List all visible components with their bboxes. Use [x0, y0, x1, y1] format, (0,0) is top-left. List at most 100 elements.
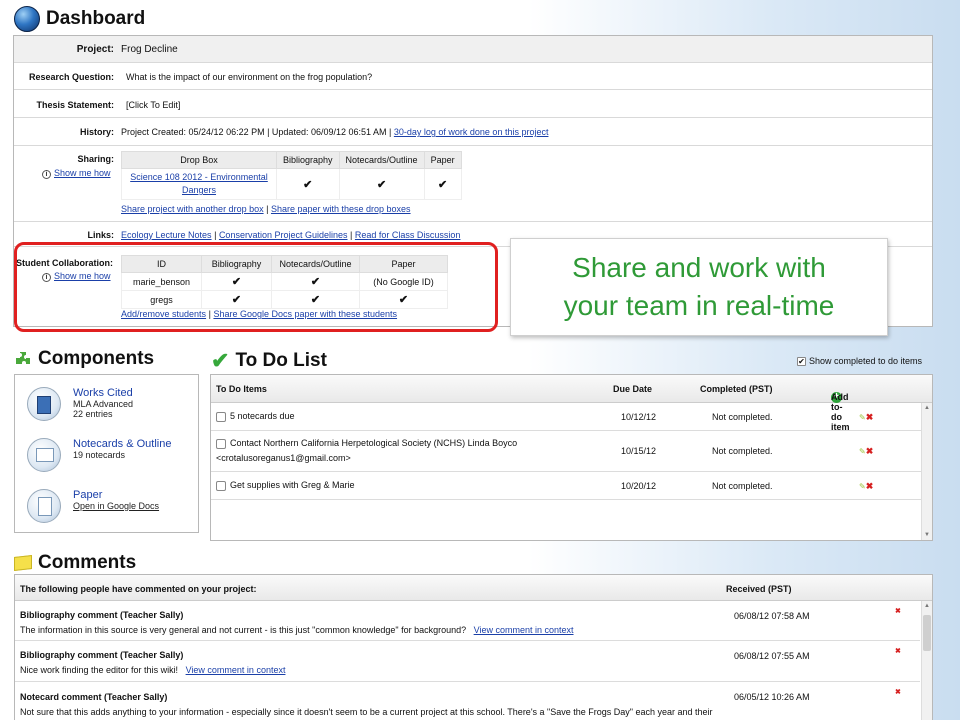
comment-title: Bibliography comment (Teacher Sally): [20, 650, 184, 660]
edit-icon[interactable]: ✎: [859, 413, 866, 422]
todo-due-date: 10/20/12: [621, 481, 657, 491]
components-title: Components: [38, 348, 155, 369]
todo-table-header: To Do Items Due Date Completed (PST) + A…: [211, 375, 932, 432]
open-google-docs-link[interactable]: Open in Google Docs: [73, 501, 159, 511]
component-paper[interactable]: Paper Open in Google Docs: [27, 489, 159, 523]
drop-box-link[interactable]: Science 108 2012 - Environmental Dangers: [121, 168, 277, 200]
link-read-for-discussion[interactable]: Read for Class Discussion: [355, 230, 461, 240]
history-text: Project Created: 05/24/12 06:22 PM | Upd…: [121, 127, 392, 137]
todo-actions: ✎✖: [859, 412, 873, 423]
history-row: History: Project Created: 05/24/12 06:22…: [14, 118, 932, 146]
scroll-thumb[interactable]: [923, 615, 931, 651]
comments-title: Comments: [38, 552, 137, 573]
scroll-down-icon[interactable]: ▼: [924, 532, 930, 538]
scroll-up-icon[interactable]: ▲: [924, 405, 930, 411]
component-subtitle: MLA Advanced: [73, 399, 134, 409]
delete-icon[interactable]: ✖: [866, 446, 874, 456]
link-conservation-guidelines[interactable]: Conservation Project Guidelines: [219, 230, 348, 240]
show-completed-toggle[interactable]: ✔ Show completed to do items: [797, 356, 922, 366]
works-cited-icon: [27, 387, 61, 421]
component-title[interactable]: Works Cited: [73, 387, 133, 399]
delete-icon[interactable]: ✖: [895, 607, 901, 615]
history-value: Project Created: 05/24/12 06:22 PM | Upd…: [121, 127, 548, 137]
show-me-how-link[interactable]: Show me how: [54, 168, 111, 178]
edit-icon[interactable]: ✎: [859, 447, 866, 456]
view-comment-link[interactable]: View comment in context: [186, 665, 286, 675]
component-count: 22 entries: [73, 409, 113, 419]
table-row: Contact Northern California Herpetologic…: [211, 431, 921, 472]
todo-text-line2: <crotalusoreganus1@gmail.com>: [216, 453, 351, 463]
col-due-date: Due Date: [613, 384, 653, 394]
component-title[interactable]: Notecards & Outline: [73, 438, 171, 450]
todo-checkbox[interactable]: [216, 480, 226, 491]
todo-text: Contact Northern California Herpetologic…: [230, 438, 518, 448]
component-text: Works Cited MLA Advanced 22 entries: [73, 387, 133, 421]
link-ecology-lecture-notes[interactable]: Ecology Lecture Notes: [121, 230, 212, 240]
callout-line1: Share and work with: [572, 252, 826, 283]
research-question-row: Research Question: What is the impact of…: [14, 63, 932, 90]
todo-text: 5 notecards due: [230, 411, 295, 421]
component-works-cited[interactable]: Works Cited MLA Advanced 22 entries: [27, 387, 133, 421]
col-completed: Completed (PST): [700, 384, 773, 394]
todo-status: Not completed.: [712, 412, 773, 422]
comments-scrollbar[interactable]: ▲: [921, 601, 932, 720]
separator: |: [266, 204, 269, 214]
todo-item: Get supplies with Greg & Marie: [216, 480, 355, 491]
info-icon: i: [42, 170, 51, 179]
col-paper: Paper: [423, 151, 462, 169]
comment-body: Nice work finding the editor for this wi…: [20, 665, 285, 675]
thesis-value[interactable]: [Click To Edit]: [126, 100, 180, 110]
links-label: Links:: [87, 230, 114, 240]
paper-icon: [27, 489, 61, 523]
component-notecards[interactable]: Notecards & Outline 19 notecards: [27, 438, 171, 472]
check-icon: ✔: [276, 168, 340, 200]
show-completed-checkbox[interactable]: ✔: [797, 356, 806, 366]
project-name[interactable]: Frog Decline: [121, 44, 178, 55]
comments-table-header: The following people have commented on y…: [15, 575, 932, 601]
todo-actions: ✎✖: [859, 446, 873, 457]
todo-title: To Do List: [235, 350, 327, 371]
todo-scrollbar[interactable]: ▲ ▼: [921, 403, 932, 540]
edit-icon[interactable]: ✎: [859, 482, 866, 491]
todo-text: Get supplies with Greg & Marie: [230, 480, 355, 490]
sharing-show-me-how[interactable]: i Show me how: [42, 168, 111, 179]
drop-box-link-line2[interactable]: Dangers: [182, 185, 216, 195]
todo-due-date: 10/12/12: [621, 412, 657, 422]
todo-checkbox[interactable]: [216, 438, 226, 449]
delete-icon[interactable]: ✖: [866, 481, 874, 491]
todo-item: Contact Northern California Herpetologic…: [216, 438, 517, 449]
scroll-up-icon[interactable]: ▲: [924, 603, 930, 609]
comments-heading: Comments: [14, 552, 136, 574]
col-drop-box: Drop Box: [121, 151, 277, 169]
delete-icon[interactable]: ✖: [895, 688, 901, 696]
research-question-value[interactable]: What is the impact of our environment on…: [126, 72, 372, 82]
todo-heading: ✔ To Do List: [211, 348, 327, 374]
comment-body: The information in this source is very g…: [20, 625, 574, 635]
page-title: Dashboard: [46, 8, 146, 29]
show-completed-label: Show completed to do items: [809, 356, 923, 366]
share-paper-link[interactable]: Share paper with these drop boxes: [271, 204, 411, 214]
project-row: Project: Frog Decline: [14, 36, 932, 63]
table-row: Get supplies with Greg & Marie 10/20/12 …: [211, 472, 921, 500]
delete-icon[interactable]: ✖: [895, 647, 901, 655]
comment-title: Notecard comment (Teacher Sally): [20, 692, 168, 702]
check-icon: ✔: [423, 168, 462, 200]
puzzle-icon: [16, 352, 30, 364]
delete-icon[interactable]: ✖: [866, 412, 874, 422]
todo-due-date: 10/15/12: [621, 446, 657, 456]
component-title[interactable]: Paper: [73, 489, 159, 501]
thesis-row: Thesis Statement: [Click To Edit]: [14, 90, 932, 118]
component-text: Notecards & Outline 19 notecards: [73, 438, 171, 472]
drop-box-link-line1[interactable]: Science 108 2012 - Environmental: [130, 172, 268, 182]
view-comment-link[interactable]: View comment in context: [474, 625, 574, 635]
col-todo-items: To Do Items: [216, 384, 267, 394]
components-panel: Works Cited MLA Advanced 22 entries Note…: [14, 374, 199, 533]
history-log-link[interactable]: 30-day log of work done on this project: [394, 127, 549, 137]
todo-status: Not completed.: [712, 481, 773, 491]
todo-checkbox[interactable]: [216, 411, 226, 422]
check-icon: ✔: [338, 168, 425, 200]
comment-date: 06/05/12 10:26 AM: [734, 692, 810, 702]
share-with-drop-box-link[interactable]: Share project with another drop box: [121, 204, 264, 214]
todo-status: Not completed.: [712, 446, 773, 456]
col-bibliography: Bibliography: [276, 151, 340, 169]
